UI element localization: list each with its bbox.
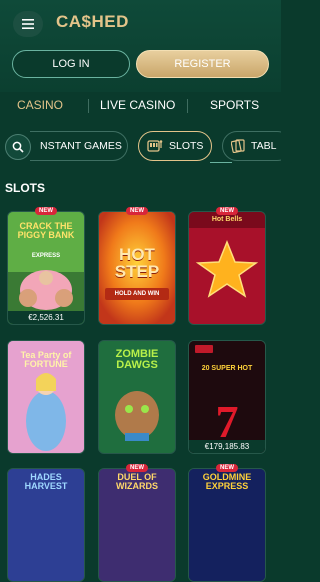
game-tile[interactable]: GOLDMINE EXPRESS — [188, 468, 266, 582]
login-button[interactable]: LOG IN — [12, 50, 130, 78]
game-tile[interactable]: HADES HARVEST — [7, 468, 85, 582]
slot-machine-icon — [147, 140, 163, 152]
game-title: DUEL OF WIZARDS — [116, 472, 158, 491]
logo[interactable]: CA$HED — [56, 12, 129, 32]
register-button[interactable]: REGISTER — [136, 50, 269, 78]
game-title: CRACK THE PIGGY BANK — [17, 221, 75, 240]
game-title: 20 SUPER HOT — [201, 365, 253, 372]
game-tile[interactable]: CRACK THE PIGGY BANK EXPRESS €2,526.31 — [7, 211, 85, 325]
search-icon — [12, 141, 24, 153]
jackpot-amount: €179,185.83 — [189, 440, 265, 453]
game-title: HADES HARVEST — [24, 472, 68, 491]
game-tile[interactable]: 7 20 SUPER HOT €179,185.83 — [188, 340, 266, 454]
category-instant-games[interactable]: NSTANT GAMES — [30, 131, 128, 161]
nav-divider — [187, 99, 188, 113]
game-subtitle: HOLD AND WIN — [114, 291, 160, 297]
cards-icon — [231, 139, 245, 153]
new-badge: NEW — [126, 207, 148, 215]
game-tile[interactable]: ZOMBIE DAWGS — [98, 340, 176, 454]
category-table[interactable]: TABL — [222, 131, 281, 161]
new-badge: NEW — [35, 207, 57, 215]
menu-button[interactable] — [13, 11, 43, 37]
game-tile[interactable]: HOT STEP HOLD AND WIN — [98, 211, 176, 325]
jackpot-amount: €2,526.31 — [8, 311, 84, 324]
auth-buttons: LOG IN REGISTER — [12, 50, 269, 78]
game-tile[interactable]: Tea Party of FORTUNE — [7, 340, 85, 454]
new-badge: NEW — [216, 464, 238, 472]
game-title: Hot Bells — [211, 216, 243, 223]
category-label: SLOTS — [169, 140, 204, 152]
header: CA$HED LOG IN REGISTER — [0, 0, 281, 92]
new-badge: NEW — [216, 207, 238, 215]
active-category-indicator — [210, 162, 232, 163]
category-slots[interactable]: SLOTS — [138, 131, 212, 161]
game-art — [189, 212, 265, 324]
hamburger-icon — [22, 19, 34, 29]
category-label: NSTANT GAMES — [40, 140, 122, 152]
tab-live-casino[interactable]: LIVE CASINO — [100, 98, 175, 112]
main-nav: CASINO LIVE CASINO SPORTS — [0, 92, 281, 120]
nav-divider — [88, 99, 89, 113]
tab-casino[interactable]: CASINO — [17, 98, 63, 112]
game-tile[interactable]: Hot Bells — [188, 211, 266, 325]
category-bar: NSTANT GAMES SLOTS TABL — [0, 131, 281, 163]
game-subtitle: EXPRESS — [31, 253, 61, 259]
game-title: Tea Party of FORTUNE — [20, 350, 72, 369]
game-tile[interactable]: DUEL OF WIZARDS — [98, 468, 176, 582]
game-title: GOLDMINE EXPRESS — [202, 472, 252, 491]
search-button[interactable] — [5, 134, 31, 160]
tab-sports[interactable]: SPORTS — [210, 98, 259, 112]
game-title: HOT STEP — [114, 245, 160, 281]
game-art: 7 — [189, 341, 265, 453]
section-title: SLOTS — [5, 181, 46, 195]
game-title: ZOMBIE DAWGS — [115, 348, 159, 371]
new-badge: NEW — [126, 464, 148, 472]
category-label: TABL — [251, 140, 277, 152]
